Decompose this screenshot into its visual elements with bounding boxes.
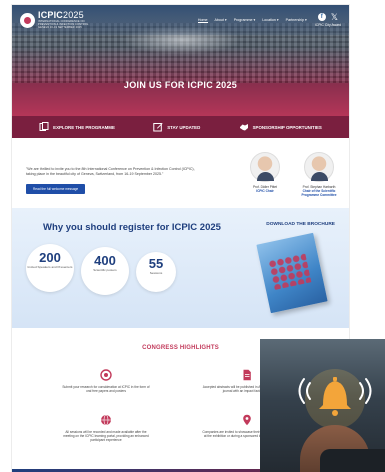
stat-posters: 400 Scientific posters (81, 247, 129, 295)
explore-programme-button[interactable]: EXPLORE THE PROGRAMME (39, 122, 115, 132)
location-pin-icon (243, 414, 251, 426)
avatar (304, 152, 334, 182)
handshake-icon (239, 124, 248, 131)
nav-location[interactable]: Location ▾ (262, 18, 278, 23)
city-award-link[interactable]: ICPIC City Award (315, 23, 341, 27)
programme-icon (39, 122, 49, 131)
globe-icon (101, 414, 111, 426)
stat-speakers: 200 Invited Speakers and Presenters (26, 244, 74, 292)
nav-about[interactable]: About ▾ (215, 18, 227, 23)
avatar (250, 152, 280, 182)
stay-updated-button[interactable]: STAY UPDATED (153, 122, 200, 132)
read-welcome-button[interactable]: Read the full welcome message (26, 184, 86, 194)
social-links: f 𝕏 ICPIC City Award (315, 13, 341, 28)
highlight-item: All sessions will be recorded and made a… (60, 414, 152, 443)
welcome-section: "We are thrilled to invite you to the 8t… (12, 138, 349, 208)
download-brochure-link[interactable]: DOWNLOAD THE BROCHURE (266, 222, 335, 227)
sponsorship-button[interactable]: SPONSORSHIP OPPORTUNITIES (239, 122, 322, 132)
edit-icon (153, 123, 163, 132)
welcome-text: "We are thrilled to invite you to the 8t… (26, 167, 195, 176)
nav-home[interactable]: Home (197, 18, 208, 23)
facebook-icon[interactable]: f (317, 13, 326, 21)
logo-mark-icon (20, 12, 35, 28)
notification-photo (260, 339, 385, 472)
target-icon (100, 369, 112, 381)
brochure-image[interactable] (256, 232, 328, 314)
chair-card: Prof. Stephan Harbarth Chair of the Scie… (297, 152, 341, 197)
register-title: Why you should register for ICPIC 2025 (43, 222, 221, 233)
stats: 200 Invited Speakers and Presenters 400 … (26, 244, 176, 295)
top-navigation: ICPIC2025 INTERNATIONAL CONFERENCE ON PR… (12, 5, 349, 35)
main-nav: Home About ▾ Programme ▾ Location ▾ Part… (197, 18, 307, 23)
chair-card: Prof. Didier Pittet ICPIC Chair (243, 152, 287, 197)
nav-programme[interactable]: Programme ▾ (234, 18, 256, 23)
hero-banner: ICPIC2025 INTERNATIONAL CONFERENCE ON PR… (12, 5, 349, 116)
highlight-item: Submit your research for consideration a… (60, 369, 152, 393)
x-twitter-icon[interactable]: 𝕏 (331, 13, 338, 22)
hero-title: JOIN US FOR ICPIC 2025 (123, 80, 238, 90)
chairs: Prof. Didier Pittet ICPIC Chair Prof. St… (243, 152, 341, 197)
action-bar: EXPLORE THE PROGRAMME STAY UPDATED SPONS… (12, 116, 349, 138)
register-section: Why you should register for ICPIC 2025 2… (12, 208, 349, 328)
stat-sessions: 55 Sessions (136, 252, 176, 292)
document-icon (243, 369, 251, 381)
icpic-logo[interactable]: ICPIC2025 INTERNATIONAL CONFERENCE ON PR… (20, 11, 88, 29)
nav-partnership[interactable]: Partnership ▾ (286, 18, 307, 23)
